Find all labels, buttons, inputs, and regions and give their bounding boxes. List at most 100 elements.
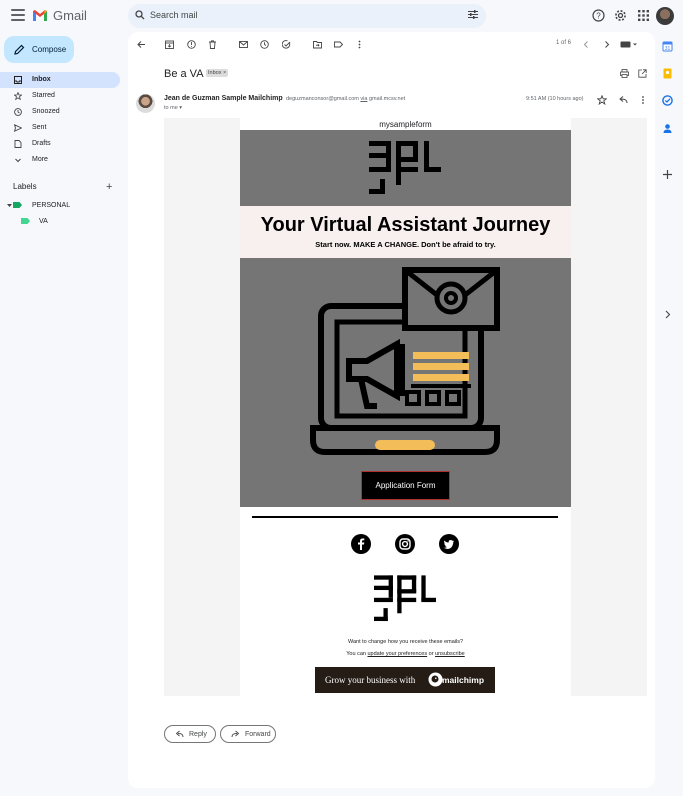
sidebar-item-label: Drafts [32, 140, 51, 147]
inbox-icon [14, 76, 22, 84]
sidebar-item-more[interactable]: More [0, 152, 120, 168]
sidebar-item-label: Snoozed [32, 108, 60, 115]
compose-button[interactable]: Compose [4, 36, 74, 63]
instagram-icon [399, 538, 411, 550]
forward-button[interactable]: Forward [220, 725, 276, 743]
forward-label: Forward [245, 731, 271, 738]
help-icon[interactable]: ? [592, 9, 605, 22]
back-arrow-icon[interactable] [137, 40, 146, 49]
update-preferences-link[interactable]: update your preferences [367, 651, 427, 657]
archive-icon[interactable] [165, 40, 174, 49]
reply-label: Reply [189, 731, 207, 738]
sender-email-line: deguzmanconsor@gmail.com via gmail.mcsv.… [286, 96, 405, 102]
mailchimp-freddie-icon [428, 672, 443, 687]
keep-notes-icon[interactable] [662, 68, 673, 79]
mailchimp-badge[interactable]: Grow your business with mailchimp [315, 667, 495, 693]
inbox-label-chip[interactable]: Inbox × [206, 69, 229, 77]
sidebar-item-inbox[interactable]: Inbox [0, 72, 120, 88]
brand-logo [369, 141, 441, 194]
via-domain: gmail.mcsv.net [368, 96, 406, 102]
label-name: PERSONAL [32, 202, 71, 209]
search-icon[interactable] [135, 10, 145, 20]
add-addon-plus-icon[interactable] [662, 169, 673, 180]
more-vertical-icon[interactable] [355, 40, 364, 49]
input-tools-keyboard-icon[interactable] [620, 41, 638, 48]
label-icon[interactable] [334, 40, 343, 49]
mark-unread-icon[interactable] [239, 40, 248, 49]
apps-grid-icon[interactable] [637, 9, 650, 22]
sidebar-item-label: Starred [32, 92, 55, 99]
search-input[interactable]: Search mail [150, 10, 198, 20]
print-icon[interactable] [620, 69, 629, 78]
svg-text:31: 31 [665, 46, 671, 52]
more-options-icon[interactable] [639, 95, 647, 105]
sender-avatar[interactable] [136, 94, 155, 113]
badge-brand: mailchimp [442, 675, 485, 685]
sender-name[interactable]: Jean de Guzman Sample Mailchimp [164, 95, 283, 102]
settings-gear-icon[interactable] [614, 9, 627, 22]
application-form-button[interactable]: Application Form [361, 471, 450, 500]
label-item-va[interactable]: VA [0, 216, 120, 230]
footer-question: Want to change how you receive these ema… [347, 639, 464, 645]
older-chevron-right-icon[interactable] [602, 40, 611, 49]
calendar-icon[interactable]: 31 [662, 41, 673, 52]
sidebar-item-label: Inbox [32, 76, 51, 83]
star-icon [14, 92, 22, 100]
app-name: Gmail [53, 8, 87, 23]
footer-prefix: You can [346, 651, 366, 657]
report-spam-icon[interactable] [187, 40, 196, 49]
star-message-icon[interactable] [597, 95, 607, 105]
via-link[interactable]: via [360, 96, 367, 102]
sidebar-item-snoozed[interactable]: Snoozed [0, 104, 120, 120]
account-avatar[interactable] [656, 7, 674, 25]
sidebar-item-label: Sent [32, 124, 47, 131]
newer-chevron-left-icon[interactable] [582, 40, 591, 49]
draft-icon [14, 140, 22, 148]
delete-trash-icon[interactable] [208, 40, 217, 49]
inbox-chip-label: Inbox [208, 70, 222, 76]
search-bar[interactable]: Search mail [128, 4, 486, 28]
footer-links: You can update your preferences or unsub… [240, 651, 571, 657]
unsubscribe-link[interactable]: unsubscribe [435, 651, 465, 657]
badge-text: Grow your business with [325, 675, 416, 685]
recipient-text: to me [164, 105, 178, 111]
sender-email: deguzmanconsor@gmail.com [286, 96, 359, 102]
recipient-line[interactable]: to me ▾ [164, 105, 182, 111]
remove-label-icon[interactable]: × [223, 70, 226, 76]
chevron-down-icon [15, 158, 21, 163]
brand-logo-footer [374, 575, 436, 622]
sidebar-item-label: More [32, 156, 48, 163]
label-name: VA [39, 218, 48, 225]
laptop-megaphone-mail-illustration [310, 267, 500, 455]
show-side-panel-chevron-icon[interactable] [662, 309, 673, 320]
message-time: 9:51 AM (10 hours ago) [526, 96, 584, 102]
create-label-plus-icon[interactable]: + [106, 181, 112, 193]
snooze-clock-icon[interactable] [260, 40, 269, 49]
email-content: mysampleform Your Virtual Assistant Jour… [240, 118, 571, 696]
recipient-chevron-icon[interactable]: ▾ [179, 105, 182, 111]
gmail-logo[interactable]: Gmail [32, 8, 87, 23]
sidebar-item-drafts[interactable]: Drafts [0, 136, 120, 152]
forward-icon [231, 730, 240, 738]
label-item-personal[interactable]: PERSONAL [0, 200, 120, 214]
headline-section: Your Virtual Assistant Journey Start now… [240, 206, 571, 258]
footer-or: or [428, 651, 434, 657]
search-options-icon[interactable] [468, 10, 478, 19]
tasks-icon[interactable] [662, 95, 673, 106]
facebook-social-link[interactable] [351, 534, 371, 554]
main-menu-icon[interactable] [11, 9, 25, 21]
instagram-social-link[interactable] [395, 534, 415, 554]
twitter-social-link[interactable] [439, 534, 459, 554]
email-subline: Start now. MAKE A CHANGE. Don't be afrai… [315, 240, 496, 249]
reply-arrow-icon[interactable] [618, 95, 628, 105]
message-panel: 1 of 6 Be a VA Inbox × Jean de Guzman Sa… [128, 32, 655, 788]
contacts-icon[interactable] [662, 123, 673, 134]
expand-arrow-icon[interactable] [7, 203, 12, 208]
form-link-text[interactable]: mysampleform [240, 120, 571, 129]
sidebar-item-sent[interactable]: Sent [0, 120, 120, 136]
add-task-icon[interactable] [282, 40, 291, 49]
reply-button[interactable]: Reply [164, 725, 216, 743]
open-new-window-icon[interactable] [638, 69, 647, 78]
sidebar-item-starred[interactable]: Starred [0, 88, 120, 104]
move-to-folder-icon[interactable] [313, 40, 322, 49]
